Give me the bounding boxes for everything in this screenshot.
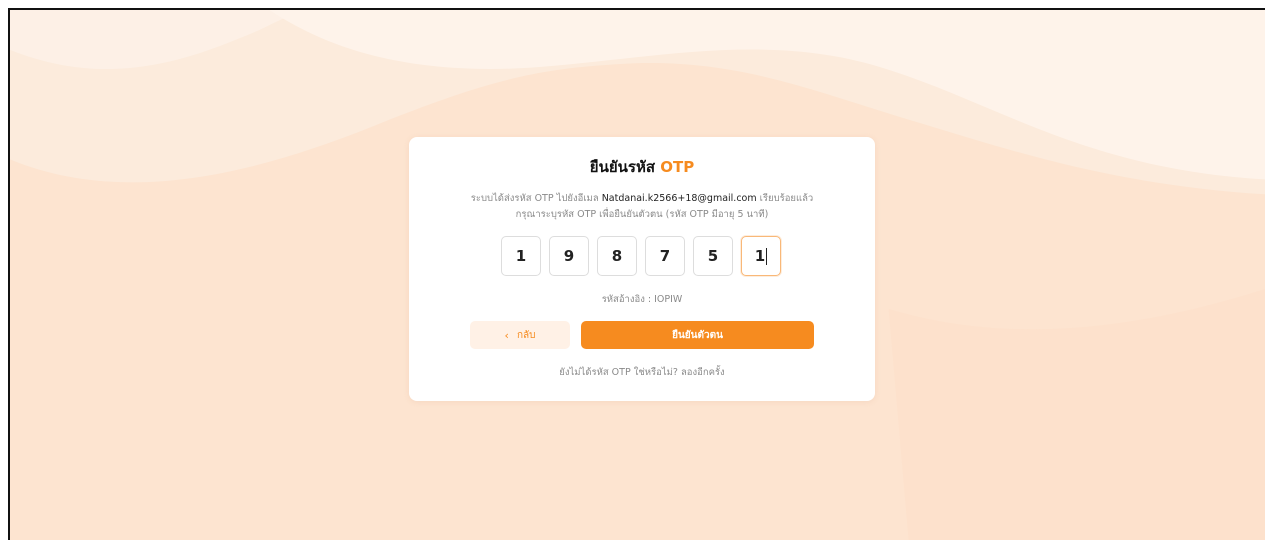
page-title: ยืนยันรหัส OTP <box>409 155 875 179</box>
otp-input-group: 1 9 8 7 5 1 <box>501 236 781 276</box>
otp-digit-input-active[interactable]: 1 <box>741 236 781 276</box>
otp-digit-input[interactable]: 9 <box>549 236 589 276</box>
chevron-left-icon: ‹ <box>504 328 509 342</box>
otp-digit-value: 7 <box>659 247 671 265</box>
otp-digit-input[interactable]: 8 <box>597 236 637 276</box>
confirm-button-label: ยืนยันตัวตน <box>672 329 723 341</box>
otp-digit-value: 1 <box>754 247 766 265</box>
reference-value: IOPIW <box>654 294 683 305</box>
page-frame: ยืนยันรหัส OTP ระบบได้ส่งรหัส OTP ไปยังอ… <box>8 8 1265 540</box>
description-suffix: เรียบร้อยแล้ว <box>759 193 814 204</box>
resend-otp: ยังไม่ได้รหัส OTP ใช่หรือไม่? ลองอีกครั้ง <box>409 365 875 380</box>
reference-label: รหัสอ้างอิง : <box>601 294 652 305</box>
description-line-2: กรุณาระบุรหัส OTP เพื่อยืนยันตัวตน (รหัส… <box>515 209 769 220</box>
back-button-label: กลับ <box>516 329 536 341</box>
reference-code: รหัสอ้างอิง : IOPIW <box>409 292 875 307</box>
otp-digit-value: 9 <box>563 247 575 265</box>
otp-digit-input[interactable]: 7 <box>645 236 685 276</box>
confirm-identity-button[interactable]: ยืนยันตัวตน <box>581 321 814 349</box>
text-caret <box>766 247 768 265</box>
otp-digit-value: 1 <box>515 247 527 265</box>
otp-description: ระบบได้ส่งรหัส OTP ไปยังอีเมล Natdanai.k… <box>409 191 875 223</box>
title-accent: OTP <box>660 158 695 176</box>
resend-prompt: ยังไม่ได้รหัส OTP ใช่หรือไม่? <box>559 367 678 378</box>
otp-digit-value: 5 <box>707 247 719 265</box>
resend-otp-link[interactable]: ลองอีกครั้ง <box>681 367 725 378</box>
description-line-1: ระบบได้ส่งรหัส OTP ไปยังอีเมล Natdanai.k… <box>409 191 875 207</box>
title-text: ยืนยันรหัส <box>589 158 655 176</box>
email-address: Natdanai.k2566+18@gmail.com <box>601 193 757 204</box>
otp-card: ยืนยันรหัส OTP ระบบได้ส่งรหัส OTP ไปยังอ… <box>409 137 875 401</box>
description-prefix: ระบบได้ส่งรหัส OTP ไปยังอีเมล <box>470 193 599 204</box>
otp-digit-value: 8 <box>611 247 623 265</box>
otp-digit-input[interactable]: 1 <box>501 236 541 276</box>
back-button[interactable]: ‹ กลับ <box>470 321 570 349</box>
otp-digit-input[interactable]: 5 <box>693 236 733 276</box>
